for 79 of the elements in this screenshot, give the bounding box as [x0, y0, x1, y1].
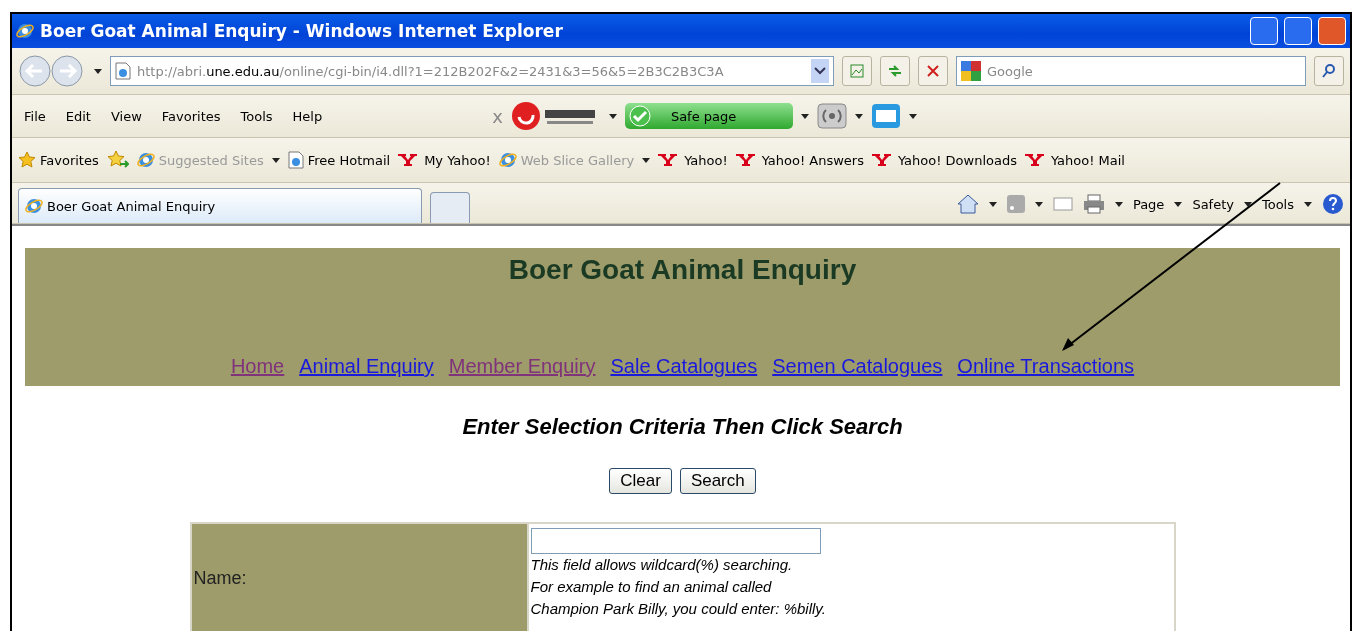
hint-text: This field allows wildcard(%) searching. [530, 555, 794, 575]
printer-icon[interactable] [1082, 194, 1105, 214]
search-placeholder: Google [987, 63, 1033, 79]
favorites-label: Yahoo! [684, 152, 728, 168]
command-menu[interactable]: Page [1132, 196, 1165, 212]
broadcast-icon[interactable] [816, 103, 847, 129]
g-logo-icon [961, 61, 981, 81]
caret-icon[interactable] [988, 201, 997, 207]
favorites-bar-item[interactable]: Yahoo! Downloads [871, 152, 1017, 168]
favorites-label: Yahoo! Downloads [897, 152, 1017, 168]
refresh-icon[interactable] [880, 56, 910, 86]
form-button[interactable]: Clear [609, 468, 672, 494]
form-button[interactable]: Search [679, 468, 756, 494]
caret-icon[interactable] [271, 157, 280, 163]
caret-icon[interactable] [642, 157, 651, 163]
favorites-label: Web Slice Gallery [520, 152, 635, 168]
favorites-bar-item[interactable]: Yahoo! [658, 152, 728, 168]
window-title: Boer Goat Animal Enquiry - Windows Internet Explorer [40, 21, 564, 41]
favorites-label: Favorites [40, 152, 99, 168]
favorites-bar-item[interactable]: My Yahoo! [398, 152, 491, 168]
hint-text: For example to find an animal called [530, 577, 773, 597]
restore-button[interactable] [1284, 17, 1312, 45]
safe-page-button[interactable]: Safe page [624, 103, 793, 129]
caret-icon[interactable] [1174, 201, 1183, 207]
caret-icon[interactable] [908, 113, 917, 119]
favorites-label: Free Hotmail [307, 152, 391, 168]
name-input[interactable] [530, 528, 821, 554]
hint-text: Champion Park Billy, you could enter: %billy. [530, 599, 827, 619]
y-logo-icon [1024, 154, 1047, 166]
caret-icon[interactable] [94, 68, 102, 74]
globe-e-icon [136, 151, 155, 169]
globe-e-icon [498, 151, 517, 169]
favorites-bar-item[interactable]: Yahoo! Mail [1024, 152, 1125, 168]
keyboard-icon[interactable] [870, 103, 901, 129]
browser-tab[interactable]: Boer Goat Animal Enquiry [18, 188, 422, 223]
favorites-label: Suggested Sites [158, 152, 264, 168]
search-icon[interactable] [1314, 56, 1344, 86]
menu-item[interactable]: Tools [234, 108, 279, 124]
y-logo-icon [735, 154, 758, 166]
instruction-heading: Enter Selection Criteria Then Click Search [462, 414, 903, 440]
caret-icon[interactable] [854, 113, 863, 119]
address-field[interactable]: http://abri.une.edu.au/online/cgi-bin/i4.dll?1=212B202F&2=2431&3=56&5=2B3C2B3C3A [110, 56, 834, 86]
page-icon [115, 62, 131, 80]
caret-icon[interactable] [1304, 201, 1312, 207]
favorites-label: Yahoo! Answers [761, 152, 864, 168]
add-favorite-icon[interactable] [106, 150, 129, 170]
command-menu[interactable]: Safety [1192, 196, 1234, 212]
caret-icon[interactable] [1243, 201, 1252, 207]
url-text: http://abri.une.edu.au/online/cgi-bin/i4.dll?1=212B202F&2=2431&3=56&5=2B3C2B3C3A [137, 63, 724, 79]
search-field[interactable]: Google [956, 56, 1306, 86]
caret-icon[interactable] [608, 113, 617, 119]
y-logo-icon [871, 154, 894, 166]
favorites-label: Yahoo! Mail [1050, 152, 1125, 168]
menu-item[interactable]: View [104, 108, 148, 124]
home-icon[interactable] [956, 194, 979, 214]
menu-item[interactable]: File [18, 108, 52, 124]
close-button[interactable] [1318, 17, 1346, 45]
check-icon [628, 105, 651, 127]
favorites-bar-item[interactable]: Free Hotmail [287, 151, 391, 169]
stop-icon[interactable] [918, 56, 948, 86]
globe-e-icon [25, 197, 43, 215]
favorites-label: My Yahoo! [424, 152, 491, 168]
caret-icon[interactable] [1034, 201, 1043, 207]
globe-e-icon [16, 22, 34, 40]
favorites-bar-item[interactable]: Yahoo! Answers [735, 152, 864, 168]
page-title: Boer Goat Animal Enquiry [508, 254, 857, 286]
help-icon[interactable] [1322, 193, 1344, 215]
caret-icon[interactable] [800, 113, 809, 119]
dropdown-icon[interactable] [811, 59, 829, 83]
menu-item[interactable]: Edit [59, 108, 97, 124]
page-icon [287, 151, 304, 169]
menu-item[interactable]: Help [286, 108, 329, 124]
caret-icon[interactable] [1114, 201, 1123, 207]
minimize-button[interactable] [1250, 17, 1278, 45]
menu-item[interactable]: Favorites [155, 108, 227, 124]
star-icon [18, 151, 36, 169]
command-menu[interactable]: Tools [1261, 196, 1294, 212]
favorites-bar-item[interactable]: Favorites [18, 151, 99, 169]
field-label: Name: [191, 524, 527, 631]
